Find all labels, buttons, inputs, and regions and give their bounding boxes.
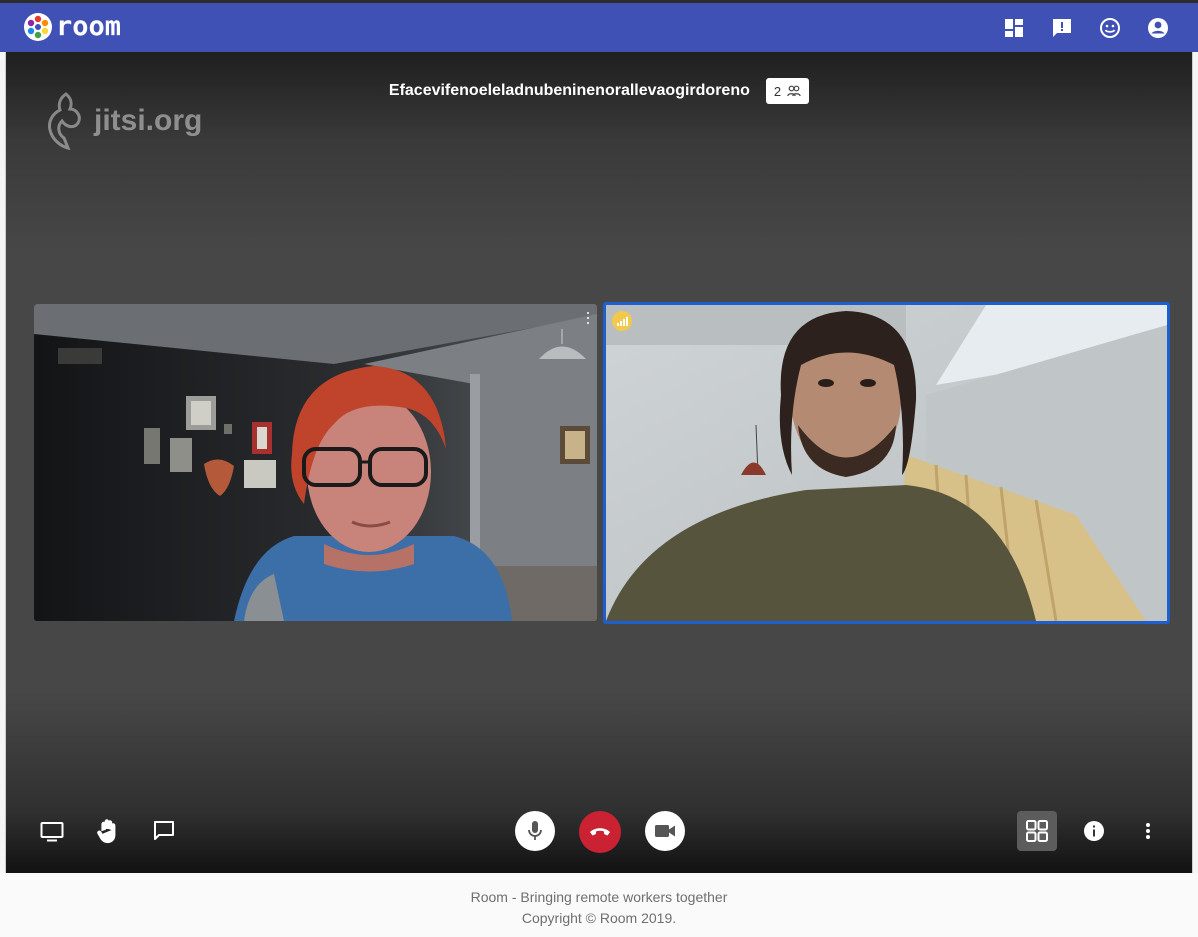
camera-icon <box>655 825 675 837</box>
footer-tagline: Room - Bringing remote workers together <box>470 889 728 905</box>
chat-icon <box>154 821 174 840</box>
conference-area: jitsi.org Efacevifenoeleladnubeninenoral… <box>5 52 1193 873</box>
brand[interactable]: room <box>24 13 121 41</box>
watermark-text: jitsi.org <box>94 104 203 137</box>
screen-share-button[interactable] <box>40 820 64 844</box>
microphone-button[interactable] <box>515 811 555 851</box>
feedback-icon[interactable] <box>1050 16 1074 40</box>
room-logo-icon <box>24 13 52 41</box>
page-footer: Room - Bringing remote workers together … <box>0 873 1198 937</box>
more-vert-icon <box>1146 823 1150 839</box>
connection-quality-icon[interactable] <box>612 311 632 331</box>
footer-copyright: Copyright © Room 2019. <box>521 910 677 926</box>
conference-subject: Efacevifenoeleladnubeninenorallevaogirdo… <box>6 78 1192 104</box>
participants-icon <box>787 85 801 97</box>
brand-name: room <box>56 11 122 42</box>
camera-button[interactable] <box>645 811 685 851</box>
participant-video-woman <box>34 304 597 621</box>
tile-menu-icon[interactable] <box>587 312 591 324</box>
appbar-actions <box>1002 16 1170 40</box>
participant-tile-man[interactable] <box>603 302 1170 624</box>
screen-share-icon <box>40 822 64 842</box>
microphone-icon <box>528 821 542 840</box>
tile-view-icon <box>1026 820 1048 842</box>
participant-count-badge[interactable]: 2 <box>765 78 810 104</box>
raise-hand-icon <box>97 819 116 844</box>
info-button[interactable] <box>1082 819 1106 843</box>
hangup-icon <box>590 828 610 836</box>
participant-count: 2 <box>773 83 782 99</box>
raise-hand-button[interactable] <box>96 818 120 844</box>
app-header: room <box>0 0 1198 52</box>
more-options-button[interactable] <box>1138 819 1158 843</box>
tile-view-button[interactable] <box>1017 811 1057 851</box>
smiley-icon[interactable] <box>1098 16 1122 40</box>
info-icon <box>1084 821 1104 841</box>
hangup-button[interactable] <box>579 811 621 853</box>
subject-title: Efacevifenoeleladnubeninenorallevaogirdo… <box>388 82 750 99</box>
participant-video-man <box>606 305 1167 621</box>
account-circle-icon[interactable] <box>1146 16 1170 40</box>
dashboard-icon[interactable] <box>1002 16 1026 40</box>
chat-button[interactable] <box>152 819 176 843</box>
participant-tile-woman[interactable] <box>34 304 597 621</box>
